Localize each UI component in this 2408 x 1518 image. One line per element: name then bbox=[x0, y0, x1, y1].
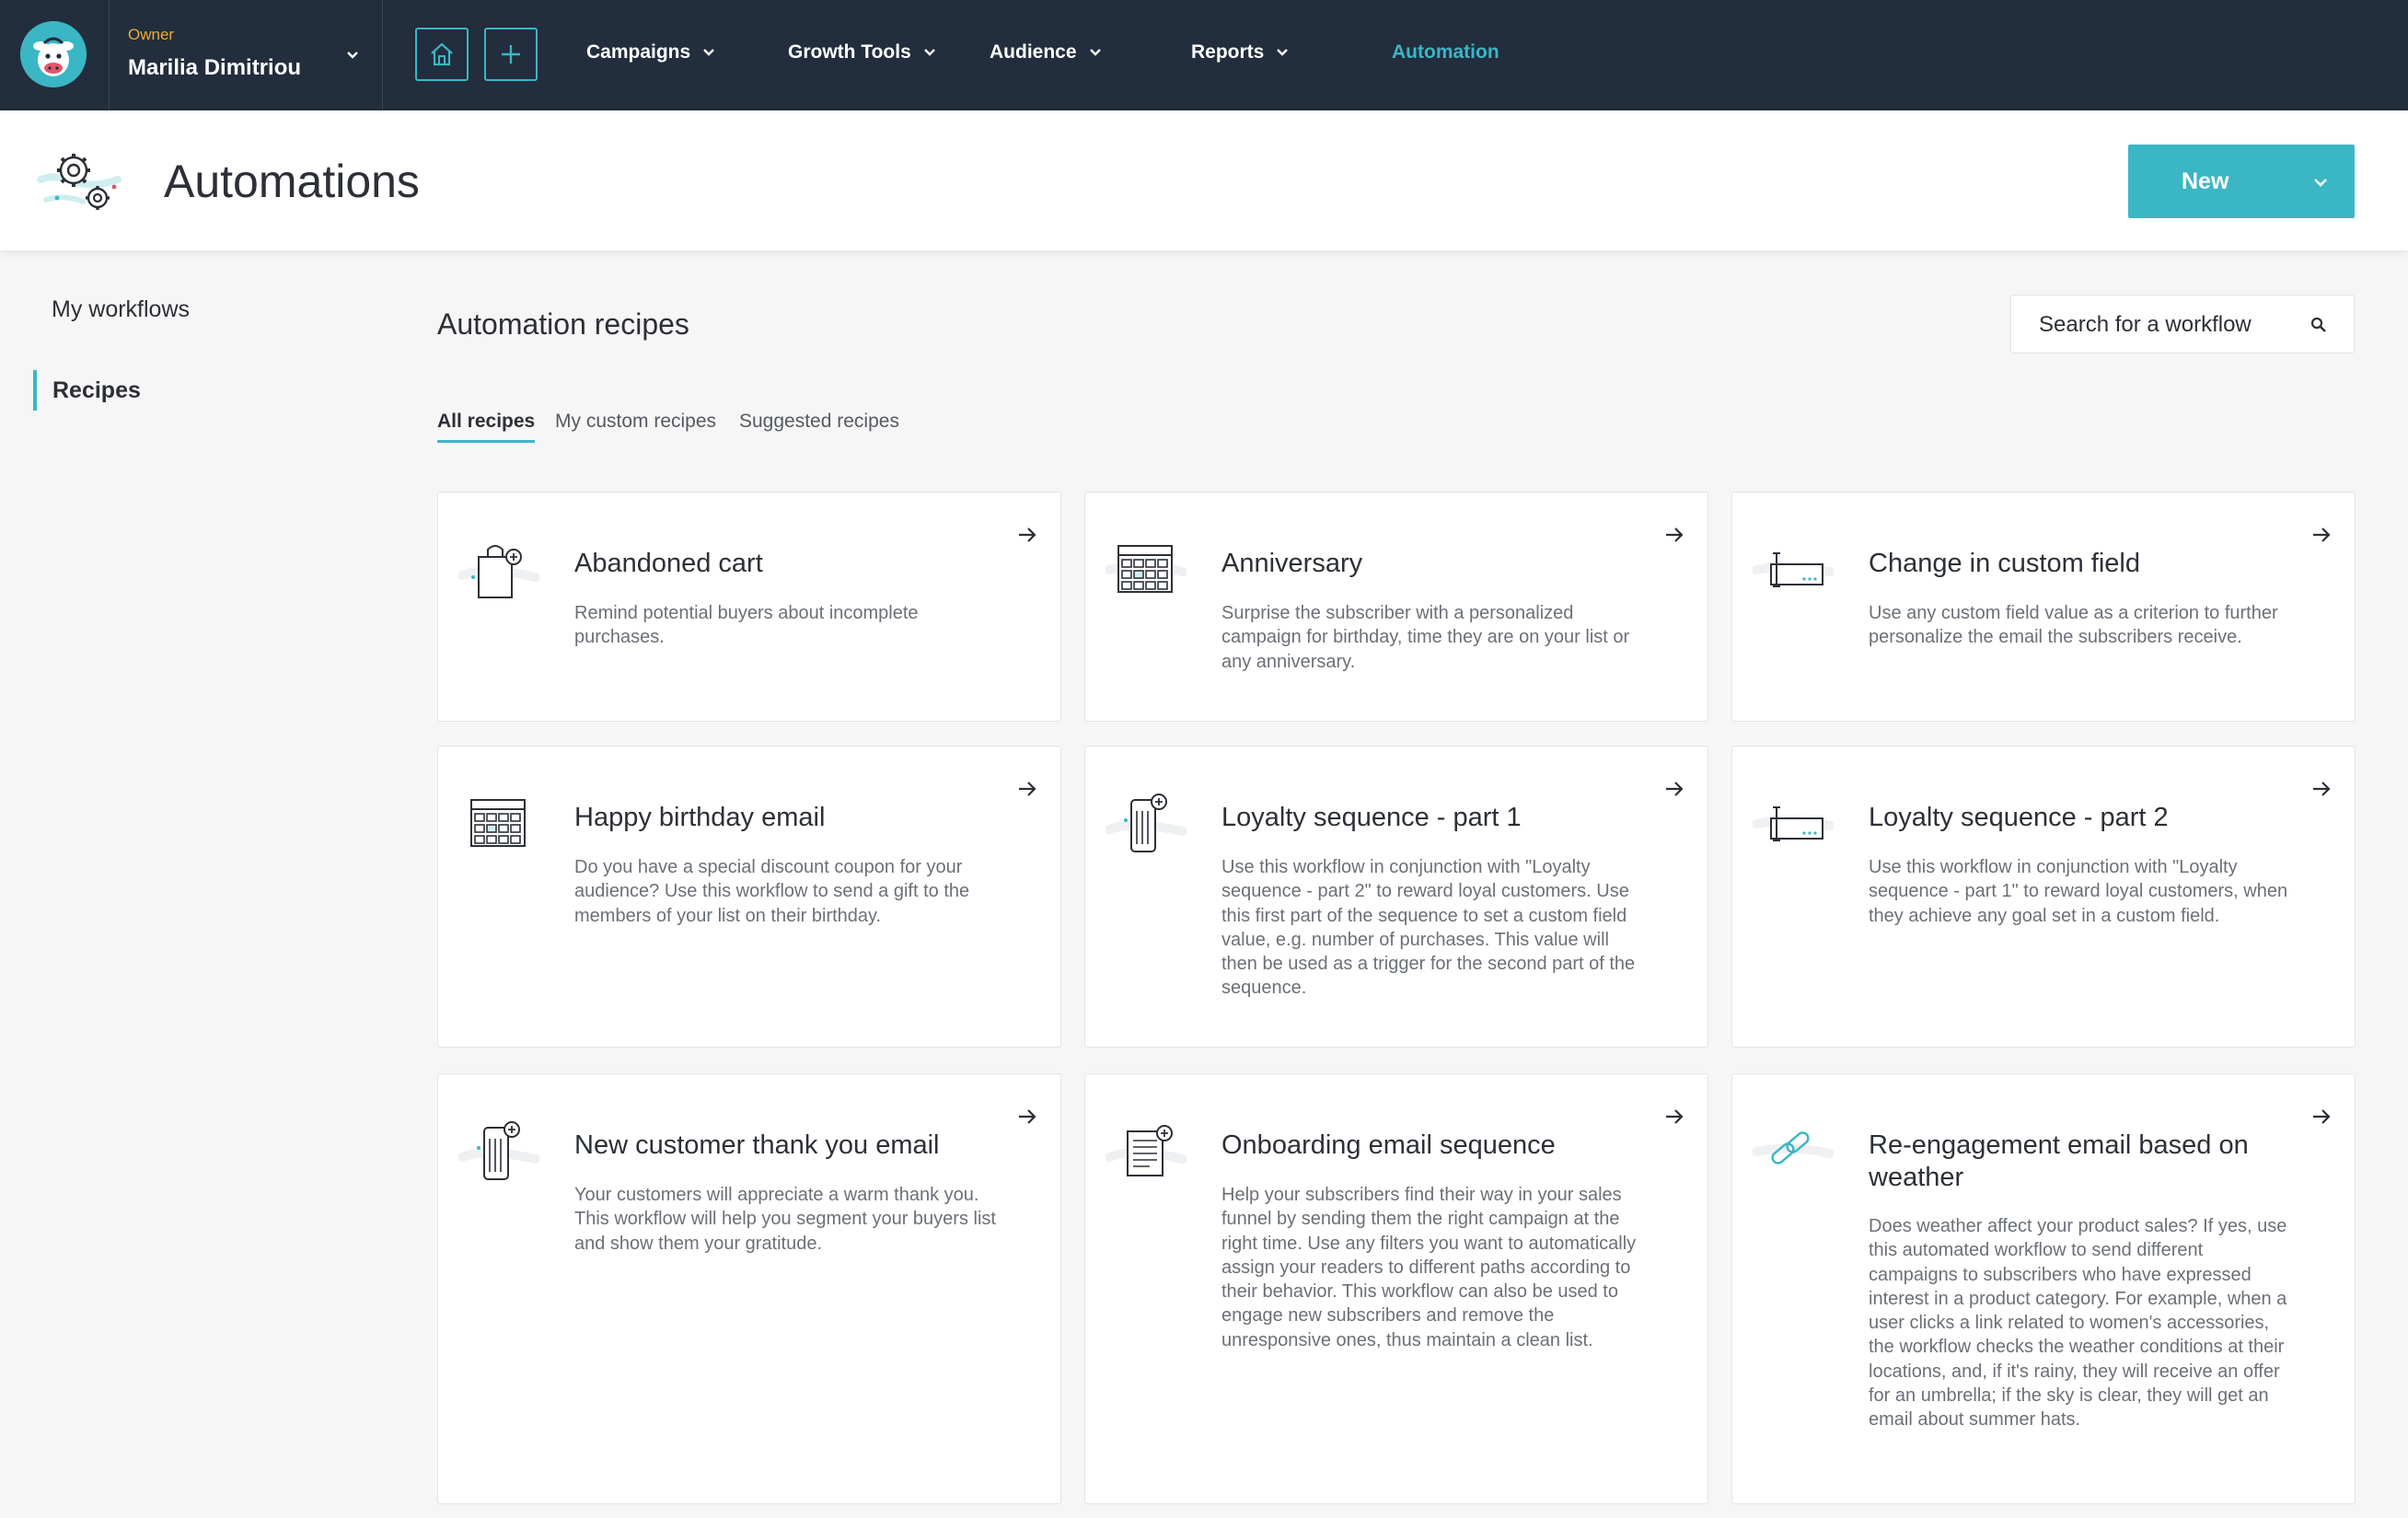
nav-growth-tools[interactable]: Growth Tools bbox=[788, 41, 937, 64]
chevron-down-icon bbox=[1089, 49, 1101, 56]
chevron-down-icon bbox=[923, 49, 935, 56]
card-title: Change in custom field bbox=[1869, 549, 2140, 578]
tab-all-recipes[interactable]: All recipes bbox=[437, 411, 536, 443]
chevron-down-icon bbox=[2314, 179, 2327, 187]
home-icon bbox=[431, 42, 453, 66]
recipe-card-onboarding-email-sequence[interactable]: Onboarding email sequence Help your subs… bbox=[1084, 1073, 1708, 1504]
card-description: Surprise the subscriber with a personali… bbox=[1221, 603, 1630, 672]
sidebar-item-label: My workflows bbox=[52, 295, 191, 322]
nav-audience[interactable]: Audience bbox=[990, 41, 1103, 64]
card-description: Use this workflow in conjunction with "L… bbox=[1221, 857, 1636, 999]
tab-my-custom-recipes[interactable]: My custom recipes bbox=[555, 411, 716, 440]
gears-icon bbox=[37, 154, 122, 210]
recipe-card-loyalty-sequence-part-2[interactable]: Loyalty sequence - part 2 Use this workf… bbox=[1731, 746, 2356, 1048]
sidebar-item-recipes[interactable]: Recipes bbox=[33, 370, 141, 411]
document-list-icon bbox=[1106, 1125, 1187, 1176]
nav-automation-label: Automation bbox=[1392, 41, 1499, 63]
shopping-bag-icon bbox=[458, 545, 539, 598]
chevron-down-icon bbox=[703, 49, 715, 56]
arrow-right-icon[interactable] bbox=[1016, 1106, 1038, 1128]
home-button[interactable] bbox=[415, 28, 469, 81]
sidebar-item-my-workflows[interactable]: My workflows bbox=[33, 289, 190, 330]
card-description: Does weather affect your product sales? … bbox=[1869, 1216, 2287, 1431]
card-title: Re-engagement email based on weather bbox=[1869, 1130, 2249, 1192]
sidebar-item-label: Recipes bbox=[52, 377, 141, 403]
arrow-right-icon[interactable] bbox=[1016, 778, 1038, 800]
receipt-icon bbox=[458, 1121, 539, 1180]
recipe-card-new-customer-thank-you-email[interactable]: New customer thank you email Your custom… bbox=[437, 1073, 1061, 1504]
chevron-down-icon bbox=[1277, 49, 1289, 56]
section-title: Automation recipes bbox=[437, 307, 689, 341]
recipe-card-anniversary[interactable]: Anniversary Surprise the subscriber with… bbox=[1084, 492, 1708, 722]
account-switcher[interactable]: Owner Marilia Dimitriou bbox=[109, 0, 383, 110]
card-title: Happy birthday email bbox=[574, 803, 826, 832]
page-title: Automations bbox=[164, 156, 420, 207]
arrow-right-icon[interactable] bbox=[2310, 778, 2333, 800]
page-header: Automations New bbox=[0, 110, 2408, 250]
nav-campaigns[interactable]: Campaigns bbox=[586, 41, 716, 64]
search-input[interactable] bbox=[2039, 308, 2287, 342]
recipe-card-loyalty-sequence-part-1[interactable]: Loyalty sequence - part 1 Use this workf… bbox=[1084, 746, 1708, 1048]
arrow-right-icon[interactable] bbox=[2310, 524, 2333, 546]
custom-field-icon bbox=[1753, 552, 1834, 587]
calendar-icon bbox=[1106, 545, 1187, 593]
card-description: Do you have a special discount coupon fo… bbox=[574, 857, 970, 926]
nav-reports-label: Reports bbox=[1191, 41, 1265, 63]
nav-reports[interactable]: Reports bbox=[1191, 41, 1290, 64]
nav-audience-label: Audience bbox=[990, 41, 1077, 63]
owner-label: Owner bbox=[128, 26, 175, 43]
calendar-icon bbox=[470, 799, 526, 847]
recipe-card-re-engagement-email-based-on-weather[interactable]: Re-engagement email based on weather Doe… bbox=[1731, 1073, 2356, 1504]
card-title: Anniversary bbox=[1221, 549, 1363, 578]
card-description: Use this workflow in conjunction with "L… bbox=[1869, 857, 2288, 926]
arrow-right-icon[interactable] bbox=[1663, 1106, 1685, 1128]
recipe-card-happy-birthday-email[interactable]: Happy birthday email Do you have a speci… bbox=[437, 746, 1061, 1048]
owner-name: Marilia Dimitriou bbox=[128, 55, 302, 80]
card-title: New customer thank you email bbox=[574, 1130, 940, 1160]
search-icon[interactable] bbox=[2310, 316, 2328, 334]
recipe-card-abandoned-cart[interactable]: Abandoned cart Remind potential buyers a… bbox=[437, 492, 1061, 722]
workflow-search bbox=[2010, 295, 2355, 353]
cow-mascot-icon bbox=[20, 21, 87, 87]
create-button[interactable] bbox=[484, 28, 538, 81]
card-title: Abandoned cart bbox=[574, 549, 763, 578]
card-description: Help your subscribers find their way in … bbox=[1221, 1185, 1637, 1350]
nav-campaigns-label: Campaigns bbox=[586, 41, 691, 63]
tab-suggested-recipes[interactable]: Suggested recipes bbox=[739, 411, 899, 440]
plus-icon bbox=[502, 45, 520, 64]
arrow-right-icon[interactable] bbox=[1016, 524, 1038, 546]
top-nav-bar: Owner Marilia Dimitriou Campaigns Growth… bbox=[0, 0, 2408, 110]
brand-logo[interactable] bbox=[20, 21, 87, 87]
receipt-icon bbox=[1106, 794, 1187, 852]
new-automation-button[interactable]: New bbox=[2128, 145, 2355, 218]
arrow-right-icon[interactable] bbox=[1663, 778, 1685, 800]
card-title: Onboarding email sequence bbox=[1221, 1130, 1556, 1160]
card-description: Your customers will appreciate a warm th… bbox=[574, 1185, 996, 1254]
card-description: Remind potential buyers about incomplete… bbox=[574, 603, 919, 648]
new-button-label: New bbox=[2182, 168, 2229, 194]
card-title: Loyalty sequence - part 2 bbox=[1869, 803, 2169, 832]
custom-field-icon bbox=[1753, 806, 1834, 841]
card-title: Loyalty sequence - part 1 bbox=[1221, 803, 1522, 832]
chevron-down-icon bbox=[347, 52, 358, 59]
card-description: Use any custom field value as a criterio… bbox=[1869, 603, 2278, 648]
nav-automation[interactable]: Automation bbox=[1392, 41, 1499, 64]
nav-growth-tools-label: Growth Tools bbox=[788, 41, 911, 63]
arrow-right-icon[interactable] bbox=[2310, 1106, 2333, 1128]
arrow-right-icon[interactable] bbox=[1663, 524, 1685, 546]
recipe-card-change-in-custom-field[interactable]: Change in custom field Use any custom fi… bbox=[1731, 492, 2356, 722]
link-icon bbox=[1753, 1131, 1834, 1165]
